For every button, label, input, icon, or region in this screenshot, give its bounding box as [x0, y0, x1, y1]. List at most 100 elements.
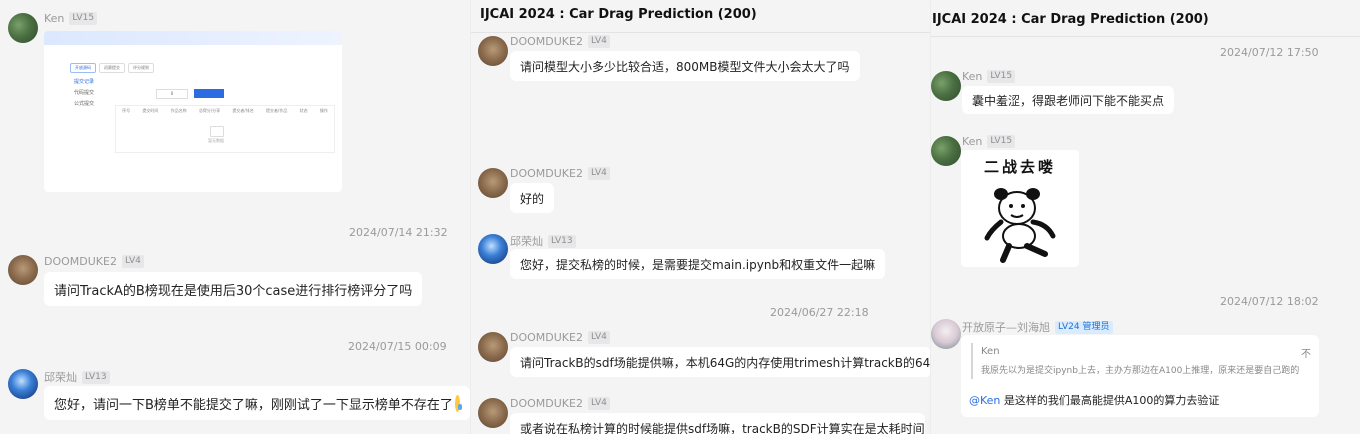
screenshot-form: B: [156, 89, 224, 99]
message-bubble[interactable]: 请问TrackB的sdf场能提供嘛，本机64G的内存使用trimesh计算tra…: [510, 347, 931, 377]
panda-meme-icon: [984, 188, 1056, 263]
sender-name[interactable]: DOOMDUKE2: [510, 35, 583, 48]
sender-row: Ken LV15: [962, 70, 1016, 83]
message-bubble[interactable]: 好的: [510, 183, 555, 213]
message-text: 是这样的我们最高能提供A100的算力去验证: [1000, 394, 1220, 407]
level-badge: LV15: [987, 135, 1016, 148]
screenshot-table: 序号 提交时间 作品名称 总得分/分享 提交者/排名 提交者/作品 状态 操作 …: [115, 105, 335, 153]
timestamp: 2024/07/12 18:02: [1220, 295, 1319, 308]
timestamp: 2024/07/12 17:50: [1220, 46, 1319, 59]
sender-row: 邱荣灿 LV13: [44, 369, 110, 385]
image-attachment[interactable]: 开放源码 初赛提交 评分规则 提交记录 代码提交 公式提交 B 序号 提交时间 …: [44, 31, 342, 192]
avatar[interactable]: [478, 168, 508, 198]
message-bubble[interactable]: 您好，请问一下B榜单不能提交了嘛，刚刚试了一下显示榜单不存在了: [44, 386, 470, 420]
avatar[interactable]: [931, 136, 961, 166]
sender-name[interactable]: 邱荣灿: [44, 369, 77, 385]
screenshot-header: [44, 31, 342, 45]
avatar[interactable]: [8, 255, 38, 285]
screenshot-button: [194, 89, 224, 98]
level-badge: LV13: [82, 370, 110, 384]
message-bubble[interactable]: 请问模型大小多少比较合适，800MB模型文件大小会太大了吗: [510, 51, 860, 81]
avatar[interactable]: [931, 71, 961, 101]
quoted-message[interactable]: Ken 不 我原先以为是提交ipynb上去，主办方那边在A100上推理，原来还是…: [971, 343, 1311, 379]
sender-name[interactable]: Ken: [44, 12, 64, 25]
sender-row: DOOMDUKE2 LV4: [44, 255, 144, 268]
message-bubble[interactable]: 囊中羞涩，得跟老师问下能不能买点: [962, 86, 1175, 114]
screenshot-col: 操作: [319, 108, 328, 113]
sender-row: DOOMDUKE2 LV4: [510, 35, 610, 48]
sender-name[interactable]: 开放原子—刘海旭: [962, 319, 1050, 335]
message-text: 请问TrackB的sdf场能提供嘛，本机64G的内存使用trimesh计算tra…: [520, 355, 931, 370]
level-badge: LV4: [587, 167, 610, 180]
divider: [931, 36, 1360, 37]
sender-name[interactable]: Ken: [962, 70, 982, 83]
reply-text-row: @Ken 是这样的我们最高能提供A100的算力去验证: [969, 392, 1219, 408]
avatar[interactable]: [478, 398, 508, 428]
level-badge: LV4: [587, 397, 610, 410]
sender-name[interactable]: DOOMDUKE2: [510, 167, 583, 180]
screenshot-tab: 开放源码: [70, 63, 96, 73]
avatar[interactable]: [8, 369, 38, 399]
screenshot-sidebar: 提交记录 代码提交 公式提交: [74, 77, 94, 110]
reply-message-bubble[interactable]: Ken 不 我原先以为是提交ipynb上去，主办方那边在A100上推理，原来还是…: [961, 335, 1319, 417]
level-badge: LV4: [587, 331, 610, 344]
admin-badge: LV24 管理员: [1055, 320, 1113, 334]
message-bubble[interactable]: 或者说在私榜计算的时候能提供sdf场嘛，trackB的SDF计算实在是太耗时间了: [510, 413, 925, 434]
screenshot-col: 状态: [299, 108, 308, 113]
chat-title: IJCAI 2024 : Car Drag Prediction (200): [932, 12, 1209, 27]
sender-name[interactable]: Ken: [962, 135, 982, 148]
screenshot-tabs: 开放源码 初赛提交 评分规则: [70, 63, 154, 73]
chat-panel-2: IJCAI 2024 : Car Drag Prediction (200) D…: [470, 0, 931, 434]
avatar[interactable]: [478, 234, 508, 264]
avatar[interactable]: [931, 319, 961, 349]
sender-name[interactable]: DOOMDUKE2: [510, 397, 583, 410]
sender-row: DOOMDUKE2 LV4: [510, 331, 610, 344]
level-badge: LV15: [987, 70, 1016, 83]
message-text: 您好，提交私榜的时候，是需要提交main.ipynb和权重文件一起嘛: [520, 257, 876, 272]
sender-name[interactable]: DOOMDUKE2: [44, 255, 117, 268]
avatar[interactable]: [478, 332, 508, 362]
divider: [471, 32, 931, 33]
sender-row: DOOMDUKE2 LV4: [510, 167, 610, 180]
empty-icon: [210, 126, 224, 137]
chat-panel-1: Ken LV15 开放源码 初赛提交 评分规则 提交记录 代码提交 公式提交 B…: [0, 0, 470, 434]
screenshot-col: 总得分/分享: [198, 108, 221, 113]
timestamp: 2024/07/15 00:09: [348, 340, 447, 353]
screenshot-tab: 初赛提交: [99, 63, 125, 73]
quoted-trailing-text: 不: [1301, 349, 1311, 360]
timestamp: 2024/07/14 21:32: [349, 226, 448, 239]
message-text: 您好，请问一下B榜单不能提交了嘛，刚刚试了一下显示榜单不存在了: [54, 397, 453, 413]
message-text: 请问模型大小多少比较合适，800MB模型文件大小会太大了吗: [520, 59, 850, 74]
screenshot-empty-text: 暂无数据: [208, 138, 224, 143]
timestamp: 2024/06/27 22:18: [770, 306, 869, 319]
message-bubble[interactable]: 您好，提交私榜的时候，是需要提交main.ipynb和权重文件一起嘛: [510, 249, 886, 279]
quoted-sender: Ken: [981, 346, 1000, 357]
screenshot-table-header: 序号 提交时间 作品名称 总得分/分享 提交者/排名 提交者/作品 状态 操作: [116, 106, 334, 114]
screenshot-tab: 评分规则: [128, 63, 154, 73]
sender-row: Ken LV15: [44, 12, 98, 25]
screenshot-side-item: 公式提交: [74, 101, 95, 107]
level-badge: LV13: [548, 234, 576, 248]
sender-row: 邱荣灿 LV13: [510, 233, 576, 249]
crying-emoji-icon: [454, 394, 463, 412]
screenshot-side-item: 代码提交: [74, 90, 95, 96]
level-badge: LV4: [587, 35, 610, 48]
message-text: 或者说在私榜计算的时候能提供sdf场嘛，trackB的SDF计算实在是太耗时间了: [520, 421, 925, 434]
mention-link[interactable]: @Ken: [969, 394, 1000, 407]
sender-name[interactable]: DOOMDUKE2: [510, 331, 583, 344]
screenshot-col: 作品名称: [170, 108, 187, 113]
sender-name[interactable]: 邱荣灿: [510, 233, 543, 249]
avatar[interactable]: [478, 36, 508, 66]
chat-title: IJCAI 2024 : Car Drag Prediction (200): [480, 7, 757, 22]
avatar[interactable]: [8, 13, 38, 43]
sender-row: Ken LV15: [962, 135, 1016, 148]
level-badge: LV15: [69, 12, 98, 25]
message-text: 请问TrackA的B榜现在是使用后30个case进行排行榜评分了吗: [54, 283, 413, 299]
sender-row: 开放原子—刘海旭 LV24 管理员: [962, 319, 1113, 335]
message-bubble[interactable]: 请问TrackA的B榜现在是使用后30个case进行排行榜评分了吗: [44, 272, 423, 306]
message-text: 好的: [520, 191, 545, 206]
screenshot-col: 序号: [122, 108, 131, 113]
message-text: 囊中羞涩，得跟老师问下能不能买点: [972, 93, 1165, 108]
screenshot-col: 提交时间: [142, 108, 159, 113]
sticker-image[interactable]: 二战去喽: [961, 150, 1079, 267]
